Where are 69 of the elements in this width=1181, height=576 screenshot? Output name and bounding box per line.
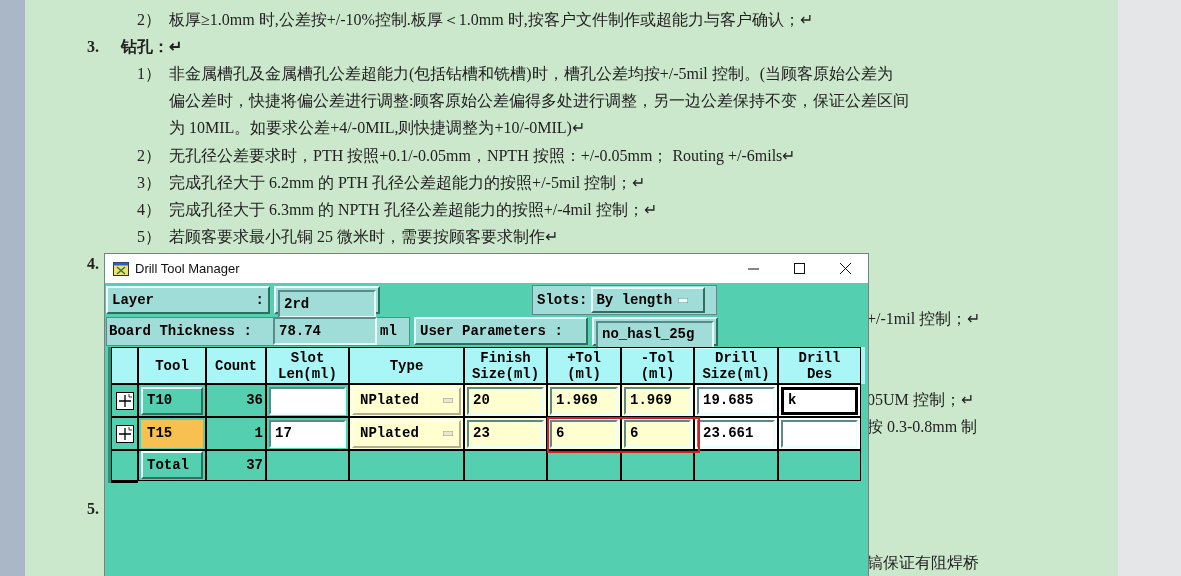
paragraph-text: 若顾客要求最小孔铜 25 微米时，需要按顾客要求制作↵ — [169, 227, 558, 248]
paragraph-text: +/-1mil 控制；↵ — [867, 308, 981, 329]
column-header: Count — [206, 347, 266, 384]
layer-button[interactable]: Layer : — [106, 286, 270, 314]
paragraph-text: 板厚≥1.0mm 时,公差按+/-10%控制.板厚＜1.0mm 时,按客户文件制作或超能力与客户确认；↵ — [169, 9, 813, 30]
list-number: 1） — [136, 63, 162, 84]
heading-number: 5. — [87, 498, 99, 519]
plus-tolerance-field[interactable]: 6 — [550, 419, 618, 448]
close-icon — [839, 263, 851, 274]
board-thickness-field[interactable]: 78.74 — [273, 317, 377, 345]
paragraph-text: 完成孔径大于 6.3mm 的 NPTH 孔径公差超能力的按照+/-4mil 控制；↵ — [169, 199, 657, 220]
minimize-icon — [747, 267, 759, 270]
paragraph-text: 为 10MIL。如要求公差+4/-0MIL,则快捷调整为+10/-0MIL)↵ — [169, 118, 585, 139]
paragraph-text: 05UM 控制；↵ — [867, 390, 974, 411]
drill-description-field[interactable] — [781, 419, 858, 448]
paragraph-text: 完成孔径大于 6.2mm 的 PTH 孔径公差超能力的按照+/-5mil 控制；↵ — [169, 172, 646, 193]
paragraph-text: 非金属槽孔及金属槽孔公差超能力(包括钻槽和铣槽)时，槽孔公差均按+/-5mil 控制。(当顾客原始公差为 — [169, 63, 894, 85]
table-cell: 36 — [206, 384, 266, 417]
column-header: Finish Size(ml) — [464, 347, 547, 384]
list-number: 2） — [136, 145, 162, 166]
heading-number: 3. — [87, 36, 99, 57]
slot-length-field[interactable]: 17 — [269, 419, 346, 448]
column-header: +Tol (ml) — [547, 347, 621, 384]
drill-size-field[interactable]: 23.661 — [697, 419, 775, 448]
expand-icon[interactable] — [115, 424, 134, 443]
dropdown-icon — [678, 297, 689, 303]
column-header: Tool — [138, 347, 206, 384]
unit-label: ml — [380, 321, 397, 341]
drill-size-field[interactable]: 19.685 — [697, 386, 775, 415]
drill-description-field[interactable]: k — [781, 386, 858, 415]
board-thickness-label: Board Thickness : — [109, 321, 253, 341]
minus-tolerance-field[interactable]: 1.969 — [624, 386, 691, 415]
finish-size-field[interactable]: 20 — [467, 386, 544, 415]
column-header: Type — [349, 347, 464, 384]
user-parameters-button[interactable]: User Parameters : — [414, 317, 588, 345]
paragraph-text: 无孔径公差要求时，PTH 按照+0.1/-0.05mm，NPTH 按照：+/-0.05mm； Routing +/-6mils↵ — [169, 145, 796, 167]
slot-length-field[interactable] — [269, 386, 346, 415]
type-dropdown[interactable]: NPlated — [352, 386, 461, 415]
column-header: Slot Len(ml) — [266, 347, 349, 384]
paragraph-text: 按 0.3-0.8mm 制 — [867, 417, 978, 438]
column-header: -Tol (ml) — [621, 347, 694, 384]
expand-icon[interactable] — [115, 391, 134, 410]
dropdown-icon — [443, 398, 453, 403]
table-cell: 1 — [206, 417, 266, 450]
layer-field[interactable]: 2rd — [278, 290, 376, 318]
finish-size-field[interactable]: 23 — [467, 419, 544, 448]
type-dropdown[interactable]: NPlated — [352, 419, 461, 448]
app-icon — [113, 261, 129, 276]
list-number: 5） — [136, 227, 162, 248]
paragraph-text: 偏公差时，快捷将偏公差进行调整:顾客原始公差偏得多处进行调整，另一边公差保持不变，保证公差区间 — [169, 91, 910, 112]
table-cell: 37 — [206, 450, 266, 481]
slots-label: Slots: — [537, 290, 588, 310]
tool-button[interactable]: T10 — [141, 386, 203, 415]
list-number: 2） — [136, 9, 162, 30]
slots-dropdown[interactable]: By length — [591, 287, 706, 313]
maximize-icon — [793, 263, 805, 274]
list-number: 4） — [136, 199, 162, 220]
plus-tolerance-field[interactable]: 1.969 — [550, 386, 618, 415]
heading-text: 钻孔：↵ — [121, 36, 182, 57]
minus-tolerance-field[interactable]: 6 — [624, 419, 691, 448]
heading-number: 4. — [87, 254, 99, 275]
column-header: Drill Des — [778, 347, 861, 384]
column-header: Drill Size(ml) — [694, 347, 778, 384]
tool-button[interactable]: T15 — [141, 419, 203, 448]
window-title: Drill Tool Manager — [135, 259, 240, 278]
user-parameters-field[interactable]: no_hasl_25g — [596, 320, 714, 349]
dropdown-icon — [443, 431, 453, 436]
total-button[interactable]: Total — [141, 451, 203, 480]
list-number: 3） — [136, 172, 162, 193]
